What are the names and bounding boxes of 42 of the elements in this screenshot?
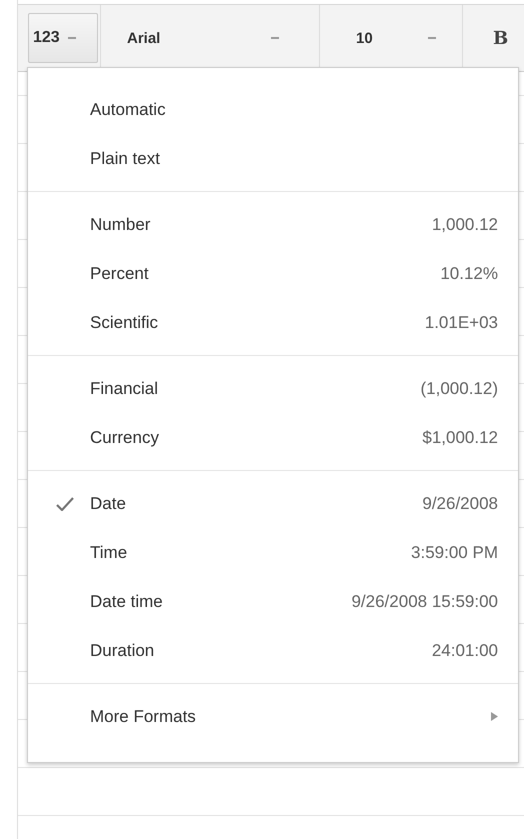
menu-item-label: More Formats (90, 706, 197, 726)
format-example: 10.12% (440, 264, 498, 284)
format-example: $1,000.12 (422, 428, 498, 448)
caret-icon (271, 36, 279, 40)
caret-icon (428, 36, 436, 40)
menu-item[interactable]: Financial (1,000.12) (28, 364, 518, 413)
menu-item-label: Currency (90, 428, 160, 448)
format-example: 1.01E+03 (424, 312, 498, 332)
menu-item[interactable]: Number 1,000.12 (28, 200, 518, 249)
bold-button[interactable]: B (489, 26, 512, 50)
menu-item-label: Scientific (90, 312, 160, 332)
format-example: 3:59:00 PM (411, 542, 498, 562)
menu-item-label: Time (90, 542, 128, 562)
format-example: 24:01:00 (432, 640, 498, 660)
menu-item-label: Date (90, 494, 127, 514)
menu-item[interactable]: Automatic (28, 85, 518, 134)
format-button[interactable]: 123 (28, 13, 98, 63)
submenu-arrow-icon (491, 712, 498, 721)
menu-item[interactable]: Duration 24:01:00 (28, 626, 518, 675)
font-size-dropdown[interactable]: 10 (322, 5, 460, 71)
menu-item-label: Financial (90, 378, 160, 398)
format-example: 9/26/2008 15:59:00 (351, 592, 498, 612)
caret-icon (68, 36, 76, 40)
menu-item-label: Date time (90, 592, 164, 612)
menu-item[interactable]: Scientific 1.01E+03 (28, 298, 518, 347)
format-example: 1,000.12 (432, 214, 498, 234)
menu-item[interactable]: Percent 10.12% (28, 249, 518, 298)
menu-item-label: Automatic (90, 100, 167, 120)
menu-item[interactable]: Date time 9/26/2008 15:59:00 (28, 577, 518, 626)
menu-item-label: Duration (90, 640, 156, 660)
check-icon (56, 496, 74, 510)
menu-item[interactable]: More Formats (28, 692, 518, 741)
menu-item[interactable]: Date 9/26/2008 (28, 479, 518, 528)
format-example: (1,000.12) (420, 378, 498, 398)
font-dropdown[interactable]: Arial (103, 5, 317, 71)
menu-item-label: Plain text (90, 148, 161, 168)
format-example: 9/26/2008 (422, 494, 498, 514)
menu-item[interactable]: Currency $1,000.12 (28, 413, 518, 462)
menu-item[interactable]: Time 3:59:00 PM (28, 528, 518, 577)
menu-item-label: Number (90, 214, 152, 234)
menu-item-label: Percent (90, 264, 150, 284)
menu-item[interactable]: Plain text (28, 134, 518, 183)
